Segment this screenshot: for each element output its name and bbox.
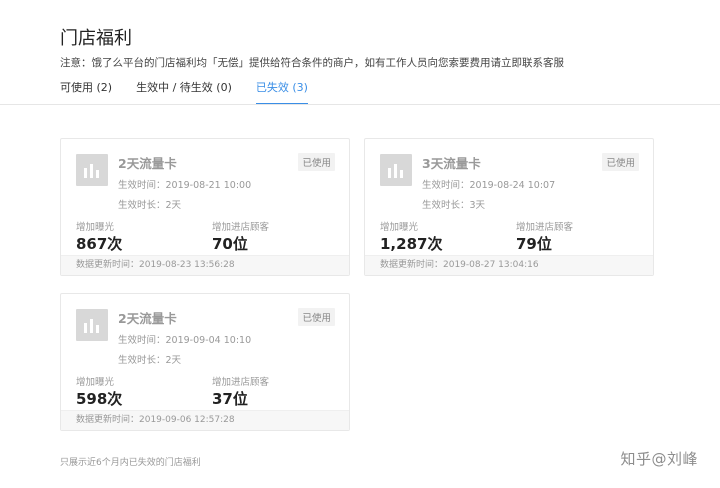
bar-chart-icon <box>380 154 412 186</box>
bar-chart-icon <box>76 154 108 186</box>
status-badge: 已使用 <box>298 308 335 326</box>
card-name: 2天流量卡 <box>118 311 177 326</box>
watermark: 知乎@刘峰 <box>620 450 698 468</box>
stat-visitors-value: 79位 <box>516 235 552 253</box>
card-duration: 生效时长：2天 <box>118 355 182 366</box>
footnote: 只展示近6个月内已失效的门店福利 <box>60 458 201 468</box>
tab-active-pending[interactable]: 生效中 / 待生效 (0) <box>136 80 232 102</box>
card-duration: 生效时长：3天 <box>422 200 486 211</box>
card-updated-time: 数据更新时间：2019-09-06 12:57:28 <box>61 410 349 430</box>
stat-exposure-value: 1,287次 <box>380 235 443 253</box>
stat-visitors-value: 70位 <box>212 235 248 253</box>
stat-exposure-label: 增加曝光 <box>76 377 115 388</box>
stat-exposure-label: 增加曝光 <box>76 222 115 233</box>
tab-available[interactable]: 可使用 (2) <box>60 80 112 102</box>
card-name: 3天流量卡 <box>422 156 481 171</box>
card-duration: 生效时长：2天 <box>118 200 182 211</box>
stat-exposure-value: 598次 <box>76 390 123 408</box>
benefit-card: 3天流量卡 生效时间：2019-08-24 10:07 生效时长：3天 已使用 … <box>364 138 654 276</box>
card-updated-time: 数据更新时间：2019-08-27 13:04:16 <box>365 255 653 275</box>
card-updated-time: 数据更新时间：2019-08-23 13:56:28 <box>61 255 349 275</box>
benefit-card: 2天流量卡 生效时间：2019-09-04 10:10 生效时长：2天 已使用 … <box>60 293 350 431</box>
tab-expired[interactable]: 已失效 (3) <box>255 80 309 105</box>
status-badge: 已使用 <box>602 153 639 171</box>
status-badge: 已使用 <box>298 153 335 171</box>
tab-bar: 可使用 (2) 生效中 / 待生效 (0) 已失效 (3) <box>60 80 332 105</box>
stat-exposure-label: 增加曝光 <box>380 222 419 233</box>
store-benefits-page: 门店福利 注意：饿了么平台的门店福利均「无偿」提供给符合条件的商户，如有工作人员… <box>0 0 720 488</box>
stat-visitors-label: 增加进店顾客 <box>212 377 270 388</box>
page-title: 门店福利 <box>60 28 132 49</box>
card-name: 2天流量卡 <box>118 156 177 171</box>
card-start-time: 生效时间：2019-09-04 10:10 <box>118 335 252 346</box>
bar-chart-icon <box>76 309 108 341</box>
stat-visitors-value: 37位 <box>212 390 248 408</box>
stat-exposure-value: 867次 <box>76 235 123 253</box>
benefit-card: 2天流量卡 生效时间：2019-08-21 10:00 生效时长：2天 已使用 … <box>60 138 350 276</box>
stat-visitors-label: 增加进店顾客 <box>212 222 270 233</box>
stat-visitors-label: 增加进店顾客 <box>516 222 574 233</box>
notice-text: 注意：饿了么平台的门店福利均「无偿」提供给符合条件的商户，如有工作人员向您索要费… <box>60 57 564 69</box>
tab-divider <box>0 104 720 105</box>
card-start-time: 生效时间：2019-08-21 10:00 <box>118 180 252 191</box>
card-start-time: 生效时间：2019-08-24 10:07 <box>422 180 556 191</box>
